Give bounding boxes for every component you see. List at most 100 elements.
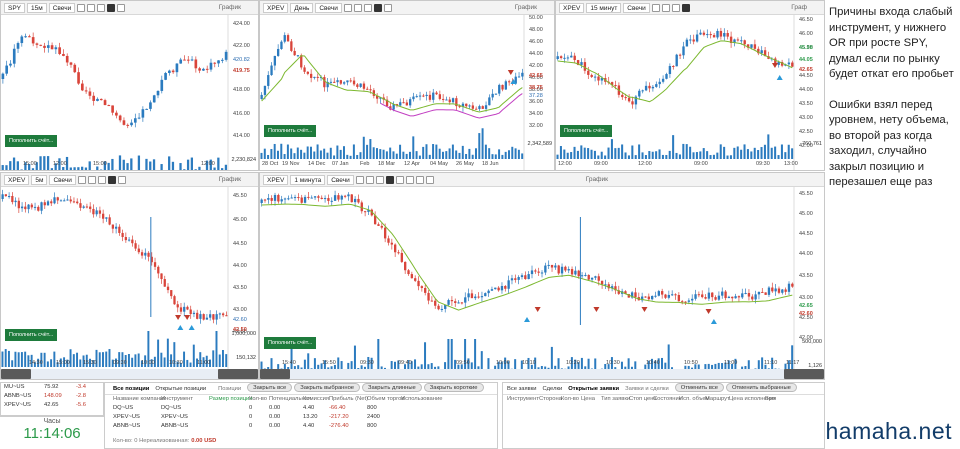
close-all-button[interactable]: Закрыть все (247, 383, 293, 392)
chart-window-xpev-1min[interactable]: XPEV 1 минута Свечи График 45.50 45.00 44.… (259, 172, 825, 380)
chart-window-xpev-15min[interactable]: XPEV 15 минут Свечи Граф 46.50 46.00 45.50… (555, 0, 825, 171)
column-header[interactable]: Размер позиции (209, 395, 253, 404)
table-row[interactable]: DQ~US DQ~US 0 0.00 4.40 -66.40 800 (113, 404, 497, 413)
draw-tool-icon[interactable] (383, 3, 392, 12)
deposit-button[interactable]: Пополнить счёт... (5, 329, 58, 341)
chart-scrollbar[interactable] (1, 369, 258, 379)
column-header[interactable]: Потенциальная (269, 395, 311, 404)
settings-icon[interactable] (363, 3, 372, 12)
chart-type-select[interactable]: Свечи (327, 174, 354, 185)
column-header[interactable]: Кол-во (249, 395, 269, 404)
cursor-tool-icon[interactable] (343, 3, 352, 12)
settings-icon[interactable] (671, 3, 680, 12)
watchlist-row[interactable]: MU~US 75.92 -3.4 (1, 383, 103, 392)
draw-tool-icon[interactable] (117, 3, 126, 12)
timeframe-select[interactable]: 1 минута (290, 174, 326, 185)
indicator-icon[interactable] (107, 3, 116, 12)
column-header[interactable]: Тип заявки (601, 395, 630, 404)
column-header[interactable]: Цена исполнения (729, 395, 776, 404)
cursor-tool-icon[interactable] (77, 3, 86, 12)
column-header[interactable]: Комиссия (303, 395, 329, 404)
settings-icon[interactable] (375, 175, 384, 184)
scrollbar-thumb-right[interactable] (218, 369, 258, 379)
ticker-field[interactable]: XPEV (263, 2, 289, 13)
timeframe-select[interactable]: 15м (27, 2, 47, 13)
column-header[interactable]: Прибыль (Net) (329, 395, 368, 404)
chart-window-xpev-day[interactable]: XPEV День Свечи График 50.00 48.00 46.00 44… (259, 0, 555, 171)
ticker-field[interactable]: XPEV (263, 174, 289, 185)
tab-open-orders[interactable]: Открытые заявки (568, 383, 619, 394)
watchlist-row[interactable]: ABNB~US 148.09 -2.8 (1, 392, 103, 401)
indicator-icon[interactable] (385, 175, 394, 184)
cancel-all-button[interactable]: Отменить все (674, 383, 724, 392)
column-header[interactable]: Состояние (653, 395, 682, 404)
chart-area[interactable]: 50.00 48.00 46.00 44.00 42.00 40.00 38.00 36.00… (260, 15, 554, 170)
zoom-tool-icon[interactable] (661, 3, 670, 12)
chart-scrollbar[interactable] (260, 369, 824, 379)
column-header[interactable]: Вре (765, 395, 779, 404)
draw-tool-icon[interactable] (117, 175, 126, 184)
column-header[interactable]: Инструмент (161, 395, 209, 404)
ticker-field[interactable]: XPEV (4, 174, 30, 185)
watchlist-row[interactable]: XPEV~US 42.65 -5.6 (1, 401, 103, 410)
chart-area[interactable]: 45.50 45.00 44.50 44.00 43.50 43.00 42.50 42.00… (260, 187, 824, 379)
deposit-button[interactable]: Пополнить счёт... (560, 125, 613, 137)
settings-icon[interactable] (97, 175, 106, 184)
settings-icon[interactable] (97, 3, 106, 12)
zoom-tool-icon[interactable] (87, 175, 96, 184)
chart-type-select[interactable]: Свечи (315, 2, 342, 13)
indicator-icon[interactable] (681, 3, 690, 12)
tab-all-positions[interactable]: Все позиции (113, 383, 149, 394)
tab-open-positions[interactable]: Открытые позиции (155, 383, 206, 394)
timeframe-select[interactable]: 5м (31, 174, 48, 185)
deposit-button[interactable]: Пополнить счёт... (5, 135, 58, 147)
timeframe-select[interactable]: 15 минут (586, 2, 622, 13)
column-header[interactable]: Кол-во (561, 395, 581, 404)
chart-window-xpev-5m[interactable]: XPEV 5м Свечи График 45.50 45.00 44.50 44.0… (0, 172, 259, 380)
ticker-field[interactable]: SPY (4, 2, 26, 13)
close-short-button[interactable]: Закрыть короткие (423, 383, 484, 392)
tab-trades[interactable]: Сделки (542, 383, 562, 394)
table-row[interactable]: XPEV~US XPEV~US 0 0.00 13.20 -217.20 2400 (113, 413, 497, 422)
timeframe-select[interactable]: День (290, 2, 314, 13)
scrollbar-thumb[interactable] (260, 369, 290, 379)
column-header[interactable]: Инструмент (507, 395, 539, 404)
deposit-button[interactable]: Пополнить счёт... (264, 125, 317, 137)
column-header[interactable]: Сторона (539, 395, 562, 404)
screenshot-icon[interactable] (425, 175, 434, 184)
chart-area[interactable]: 424.00 422.00 418.00 416.00 414.00 420.82 419.… (1, 15, 258, 170)
column-header[interactable]: Объем торгов (367, 395, 404, 404)
zoom-tool-icon[interactable] (87, 3, 96, 12)
cursor-tool-icon[interactable] (651, 3, 660, 12)
chart-area[interactable]: 45.50 45.00 44.50 44.00 43.50 43.00 42.50 42.60… (1, 187, 258, 379)
cursor-tool-icon[interactable] (355, 175, 364, 184)
cursor-tool-icon[interactable] (77, 175, 86, 184)
zoom-tool-icon[interactable] (353, 3, 362, 12)
scrollbar-thumb[interactable] (1, 369, 31, 379)
deposit-button[interactable]: Пополнить счёт... (264, 337, 317, 349)
column-header[interactable]: Название компании (113, 395, 166, 404)
chart-type-select[interactable]: Свечи (48, 2, 76, 13)
chart-area[interactable]: 46.50 46.00 45.50 44.50 44.00 43.50 43.00 42.50… (556, 15, 824, 170)
indicator-icon[interactable] (107, 175, 116, 184)
column-header[interactable]: Исп. объем (679, 395, 710, 404)
tab-all-orders[interactable]: Все заявки (507, 383, 536, 394)
chart-window-spy-15m[interactable]: SPY 15м Свечи График 424.00 422.00 418.00 4… (0, 0, 259, 171)
zoom-tool-icon[interactable] (365, 175, 374, 184)
column-header[interactable]: Маршрут (705, 395, 730, 404)
layout-icon[interactable] (405, 175, 414, 184)
draw-tool-icon[interactable] (395, 175, 404, 184)
chart-type-select[interactable]: Свечи (49, 174, 76, 185)
indicator-icon[interactable] (373, 3, 382, 12)
table-row[interactable]: ABNB~US ABNB~US 0 0.00 4.40 -276.40 800 (113, 422, 497, 431)
column-header[interactable]: Цена (581, 395, 601, 404)
column-header[interactable]: Использование (401, 395, 442, 404)
ticker-field[interactable]: XPEV (559, 2, 585, 13)
chart-type-select[interactable]: Свечи (623, 2, 650, 13)
cancel-selected-button[interactable]: Отменить выбранные (725, 383, 797, 392)
column-header[interactable]: Стоп цена (629, 395, 657, 404)
close-long-button[interactable]: Закрыть длинные (362, 383, 422, 392)
close-selected-button[interactable]: Закрыть выбранное (294, 383, 361, 392)
share-icon[interactable] (415, 175, 424, 184)
scrollbar-thumb-right[interactable] (784, 369, 824, 379)
